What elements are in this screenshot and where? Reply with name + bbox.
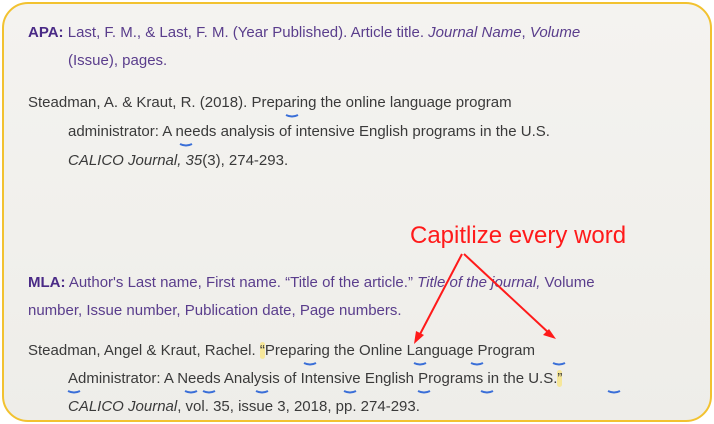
mla-underline-language xyxy=(470,362,484,366)
handwritten-marks xyxy=(67,114,621,394)
annotation-arrows xyxy=(414,253,556,344)
mla-underline-analysis xyxy=(255,390,269,394)
arrow-to-online xyxy=(417,253,463,339)
mla-underline-us xyxy=(607,390,621,394)
mla-underline-a xyxy=(184,390,198,394)
mla-underline-needs xyxy=(202,390,216,394)
mla-underline-intensive xyxy=(343,390,357,394)
mla-underline-preparing xyxy=(303,362,317,366)
arrow-head-online xyxy=(414,331,424,344)
mla-underline-programs xyxy=(480,390,494,394)
mla-underline-administrator xyxy=(67,390,81,394)
apa-underline-a xyxy=(179,143,193,147)
slide-frame: APA: Last, F. M., & Last, F. M. (Year Pu… xyxy=(2,2,712,422)
arrow-to-program xyxy=(463,253,551,335)
mla-underline-program xyxy=(552,362,566,366)
mla-underline-english xyxy=(417,390,431,394)
mla-underline-online xyxy=(413,362,427,366)
apa-underline-preparing xyxy=(285,114,299,118)
